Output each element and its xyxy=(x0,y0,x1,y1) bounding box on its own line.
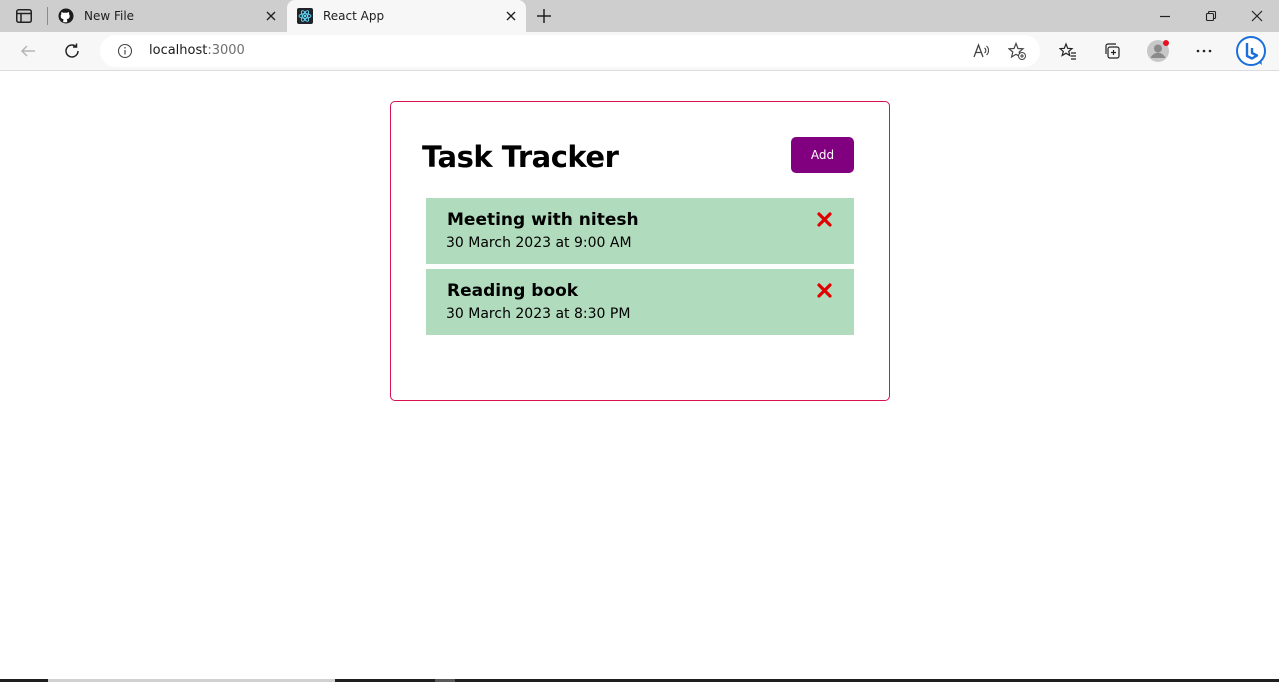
url-port: :3000 xyxy=(207,43,245,58)
tab-strip: New File React App xyxy=(0,0,1279,32)
add-task-button[interactable]: Add xyxy=(791,137,854,173)
delete-task-icon[interactable] xyxy=(816,282,833,299)
close-window-icon[interactable] xyxy=(1249,8,1265,24)
favorites-icon[interactable] xyxy=(1058,41,1078,61)
restore-icon[interactable] xyxy=(1203,8,1219,24)
tab-new-file[interactable]: New File xyxy=(48,0,286,32)
browser-toolbar: localhost:3000 xyxy=(0,32,1279,71)
task-day: 30 March 2023 at 9:00 AM xyxy=(446,235,632,251)
task-item[interactable]: Reading book 30 March 2023 at 8:30 PM xyxy=(426,269,854,335)
task-item[interactable]: Meeting with nitesh 30 March 2023 at 9:0… xyxy=(426,198,854,264)
close-tab-icon[interactable] xyxy=(264,9,278,23)
delete-task-icon[interactable] xyxy=(816,211,833,228)
task-tracker-container: Task Tracker Add Meeting with nitesh 30 … xyxy=(390,101,890,401)
react-icon xyxy=(297,8,313,24)
more-options-icon[interactable] xyxy=(1194,41,1214,61)
address-bar[interactable]: localhost:3000 xyxy=(100,35,1040,67)
task-day: 30 March 2023 at 8:30 PM xyxy=(446,306,631,322)
site-info-icon[interactable] xyxy=(117,43,133,59)
github-icon xyxy=(58,8,74,24)
url-text[interactable]: localhost:3000 xyxy=(149,43,245,58)
tab-title: React App xyxy=(323,9,385,23)
task-title: Reading book xyxy=(447,281,579,301)
task-title: Meeting with nitesh xyxy=(447,210,639,230)
refresh-icon[interactable] xyxy=(62,41,82,61)
back-icon[interactable] xyxy=(18,41,38,61)
new-tab-icon[interactable] xyxy=(535,7,553,25)
tab-title: New File xyxy=(84,9,135,23)
read-aloud-icon[interactable] xyxy=(972,42,990,60)
add-favorite-icon[interactable] xyxy=(1007,41,1026,60)
profile-avatar-icon[interactable] xyxy=(1146,39,1170,63)
url-host: localhost xyxy=(149,43,208,58)
page-title: Task Tracker xyxy=(422,140,619,174)
collections-icon[interactable] xyxy=(1102,41,1122,61)
tab-actions-icon[interactable] xyxy=(14,8,34,24)
bing-icon[interactable] xyxy=(1235,35,1267,67)
close-tab-icon[interactable] xyxy=(504,9,518,23)
tab-react-app[interactable]: React App xyxy=(287,0,526,32)
minimize-icon[interactable] xyxy=(1157,8,1173,24)
